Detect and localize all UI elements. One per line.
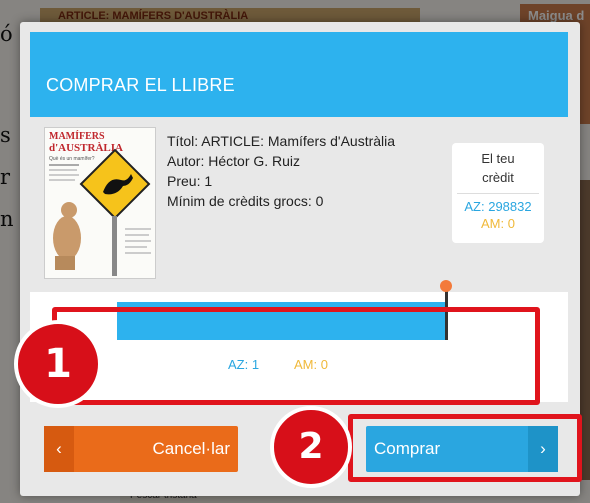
annotation-frame-1	[52, 307, 540, 405]
book-info: Títol: ARTICLE: Mamífers d'Austràlia Aut…	[167, 131, 395, 211]
cancel-button[interactable]: ‹ Cancel·lar	[44, 426, 238, 472]
book-author: Autor: Héctor G. Ruiz	[167, 153, 301, 169]
book-price: Preu: 1	[167, 173, 213, 189]
annotation-badge-1: 1	[14, 320, 102, 408]
credit-am: AM: 0	[481, 216, 515, 231]
credit-divider	[457, 193, 539, 194]
credit-az: AZ: 298832	[464, 199, 532, 214]
credit-label-line2: crèdit	[482, 170, 514, 185]
credit-label-line1: El teu	[481, 151, 515, 166]
modal-title: COMPRAR EL LLIBRE	[46, 75, 235, 95]
annotation-badge-2: 2	[270, 406, 352, 488]
cancel-button-label: Cancel·lar	[152, 439, 230, 458]
book-title: Títol: ARTICLE: Mamífers d'Austràlia	[167, 133, 396, 149]
cover-subtitle: Què és un mamífer?	[49, 156, 95, 162]
cover-title-line1: MAMÍFERS	[49, 130, 105, 142]
amount-slider-knob[interactable]	[440, 280, 452, 292]
credit-box: El teu crèdit AZ: 298832 AM: 0	[452, 143, 544, 243]
book-cover: MAMÍFERS d'AUSTRÀLIA Què és un mamífer?	[44, 127, 156, 279]
credit-label: El teu crèdit	[452, 143, 544, 187]
chevron-left-icon: ‹	[44, 426, 74, 472]
annotation-frame-2	[348, 414, 582, 482]
book-min-credits: Mínim de crèdits grocs: 0	[167, 193, 324, 209]
modal-header: COMPRAR EL LLIBRE	[30, 32, 568, 117]
